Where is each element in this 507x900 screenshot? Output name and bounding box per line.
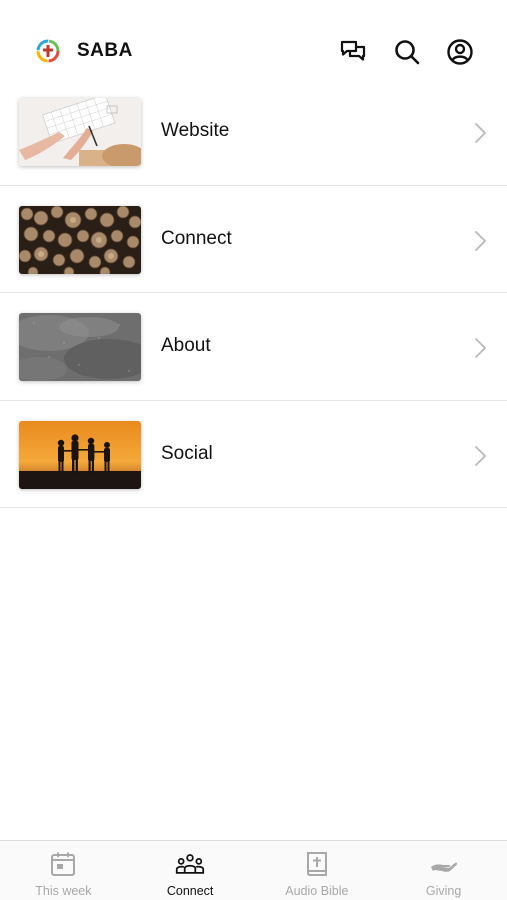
app-header: SABA	[0, 0, 507, 88]
group-icon	[175, 851, 205, 877]
menu-item-label: Connect	[161, 227, 232, 249]
chevron-right-icon	[472, 122, 488, 144]
bottom-tab-bar: This week Connect Audio Bible Giving	[0, 840, 507, 900]
calendar-icon	[48, 851, 78, 877]
menu-item-social[interactable]: Social	[0, 400, 507, 508]
giving-hand-icon	[429, 851, 459, 877]
menu-item-label: About	[161, 335, 211, 356]
stacked-logs-photo	[19, 205, 141, 274]
family-silhouette-sunset-photo	[19, 420, 141, 489]
search-icon[interactable]	[393, 38, 421, 66]
gray-stone-texture-photo	[19, 313, 141, 381]
menu-item-label: Social	[161, 442, 213, 464]
menu-item-about[interactable]: About	[0, 293, 507, 401]
menu-item-website[interactable]: Website	[0, 78, 507, 186]
tab-label: Giving	[425, 884, 462, 898]
profile-icon[interactable]	[446, 38, 474, 66]
menu-list: Website Connect About Social	[0, 78, 507, 508]
tab-giving[interactable]: Giving	[380, 841, 507, 900]
hands-typing-keyboard-photo	[19, 98, 141, 166]
chevron-right-icon	[472, 337, 488, 359]
menu-item-label: Website	[161, 120, 230, 141]
menu-item-connect[interactable]: Connect	[0, 185, 507, 293]
tab-label: Connect	[166, 884, 214, 898]
chevron-right-icon	[472, 230, 488, 252]
tab-label: Audio Bible	[285, 884, 349, 898]
tab-this-week[interactable]: This week	[0, 841, 127, 900]
chevron-right-icon	[472, 445, 488, 467]
chat-icon[interactable]	[339, 38, 367, 66]
tab-audio-bible[interactable]: Audio Bible	[254, 841, 381, 900]
bible-icon	[302, 851, 332, 877]
tab-label: This week	[35, 884, 92, 898]
saba-logo-icon	[35, 38, 61, 64]
tab-connect[interactable]: Connect	[127, 841, 254, 900]
brand-name: SABA	[77, 40, 133, 61]
